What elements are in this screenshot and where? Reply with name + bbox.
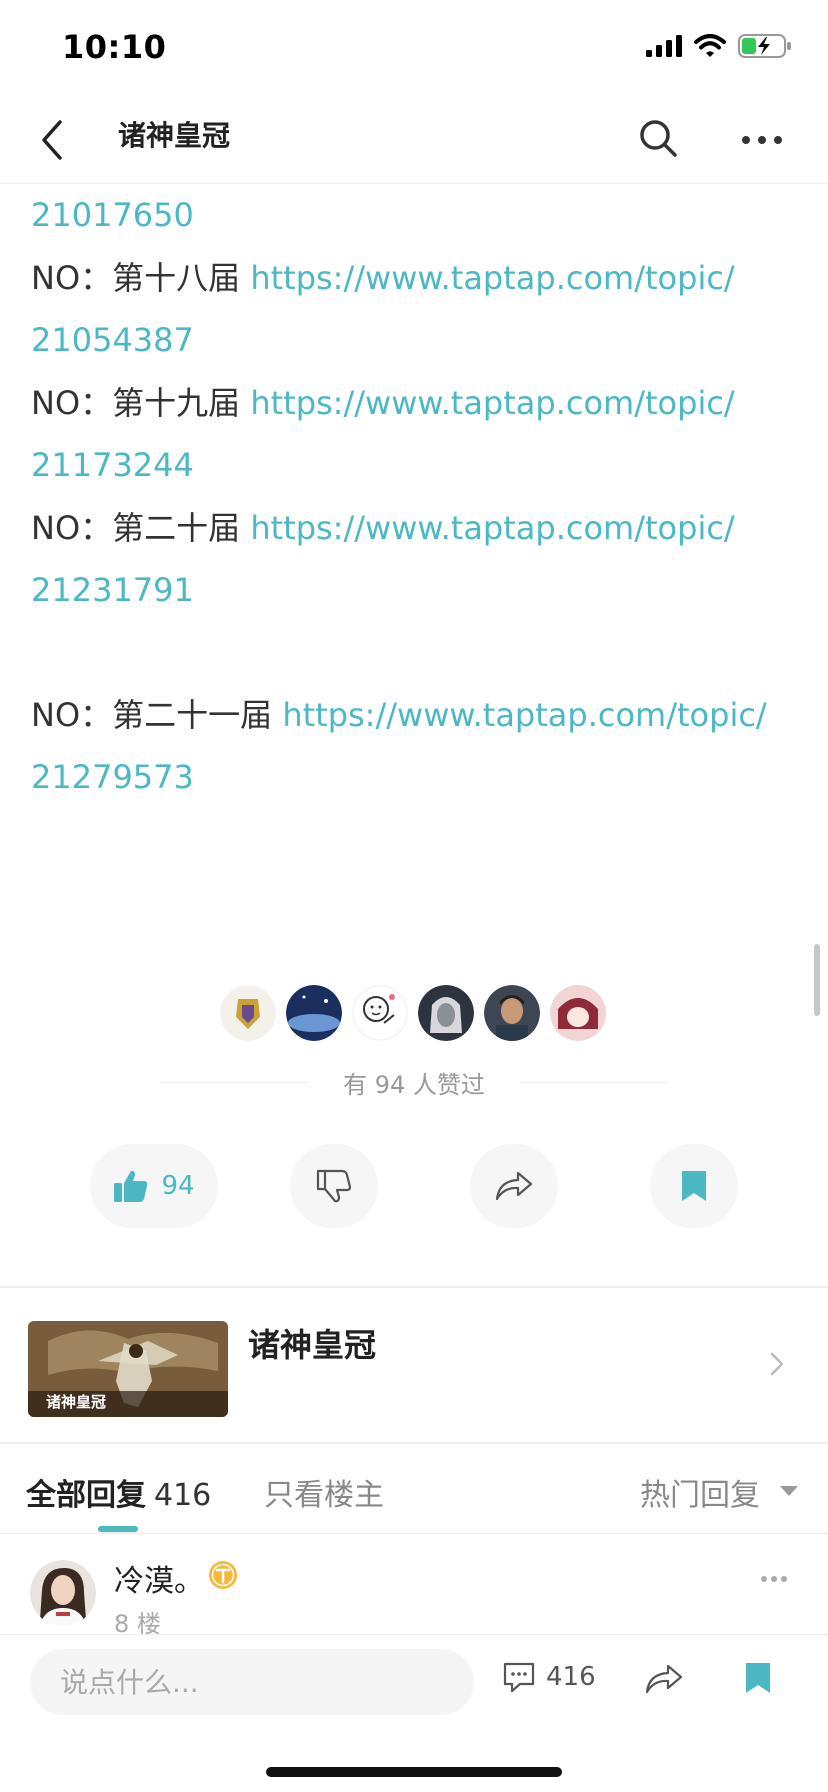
- more-icon[interactable]: [740, 118, 784, 162]
- comment-icon: [503, 1662, 535, 1693]
- topic-link[interactable]: https://www.taptap.com/topic/: [250, 509, 734, 547]
- battery-charging-icon: [738, 34, 791, 58]
- app-thumbnail[interactable]: 诸神皇冠: [28, 1321, 228, 1417]
- comments-button[interactable]: 416: [502, 1661, 596, 1693]
- avatar[interactable]: [30, 1560, 96, 1626]
- avatar[interactable]: [484, 985, 540, 1041]
- like-count: 94: [161, 1171, 195, 1201]
- liked-summary: 有 94 人赞过: [160, 1065, 668, 1099]
- status-bar: 10:10: [0, 0, 828, 96]
- topic-link[interactable]: https://www.taptap.com/topic/: [282, 696, 766, 734]
- bottom-bar: 416: [0, 1634, 828, 1792]
- topic-link[interactable]: 21279573: [31, 758, 194, 796]
- post-line: NO：第十九届 https://www.taptap.com/topic/: [31, 372, 811, 435]
- liked-summary-text: 有 94 人赞过: [343, 1070, 485, 1099]
- topic-link[interactable]: https://www.taptap.com/topic/: [250, 259, 734, 297]
- chevron-right-icon[interactable]: [764, 1344, 792, 1384]
- post-line: 21279573: [31, 746, 811, 809]
- bookmark-icon[interactable]: [744, 1661, 772, 1695]
- post-actions: 94: [0, 1144, 828, 1228]
- comment-input[interactable]: [30, 1649, 474, 1715]
- tab-all-count: 416: [154, 1478, 212, 1513]
- post-text: NO：第十九届: [31, 383, 251, 422]
- avatar[interactable]: [220, 985, 276, 1041]
- search-icon[interactable]: [636, 116, 680, 160]
- avatar[interactable]: [418, 985, 474, 1041]
- tab-all-label: 全部回复: [26, 1478, 146, 1513]
- reply-username[interactable]: 冷漠。: [114, 1556, 204, 1600]
- post-line: NO：第二十届 https://www.taptap.com/topic/: [31, 497, 811, 560]
- app-card[interactable]: 诸神皇冠 诸神皇冠: [0, 1288, 828, 1442]
- liker-avatars[interactable]: [220, 985, 606, 1041]
- nav-bar: 诸神皇冠: [0, 96, 828, 184]
- tab-op-only[interactable]: 只看楼主: [264, 1470, 384, 1514]
- post-line: 21173244: [31, 434, 811, 497]
- post-line: 21017650: [31, 184, 811, 247]
- favorite-button[interactable]: [650, 1144, 738, 1228]
- share-icon[interactable]: [644, 1663, 684, 1695]
- chevron-down-icon[interactable]: [780, 1486, 798, 1496]
- share-icon: [495, 1171, 533, 1201]
- more-icon[interactable]: [760, 1574, 788, 1584]
- signal-icon: [646, 35, 682, 57]
- topic-link[interactable]: https://www.taptap.com/topic/: [250, 384, 734, 422]
- game-logo-text: 诸神皇冠: [46, 1393, 106, 1411]
- post-text: NO：第二十一届: [31, 695, 283, 734]
- reply-floor: 8 楼: [114, 1610, 161, 1634]
- scrollbar[interactable]: [814, 944, 820, 1016]
- post-line: NO：第十八届 https://www.taptap.com/topic/: [31, 247, 811, 310]
- avatar[interactable]: [286, 985, 342, 1041]
- status-icons: [646, 34, 792, 58]
- dislike-button[interactable]: [290, 1144, 378, 1228]
- post-text: NO：第十八届: [31, 258, 251, 297]
- wifi-icon: [694, 34, 726, 57]
- share-button[interactable]: [470, 1144, 558, 1228]
- home-indicator[interactable]: [266, 1767, 562, 1777]
- topic-link[interactable]: 21231791: [31, 571, 194, 609]
- post-line: NO：第二十一届 https://www.taptap.com/topic/: [31, 684, 811, 747]
- app-name[interactable]: 诸神皇冠: [248, 1320, 376, 1366]
- post-content: 21017650 NO：第十八届 https://www.taptap.com/…: [31, 184, 811, 809]
- tab-indicator: [98, 1526, 138, 1532]
- thumbs-down-icon: [316, 1169, 352, 1203]
- reply-item[interactable]: 冷漠。 8 楼: [0, 1534, 828, 1634]
- like-button[interactable]: 94: [90, 1144, 218, 1228]
- thumbs-up-icon: [114, 1170, 148, 1202]
- comment-count: 416: [546, 1662, 596, 1692]
- post-text: NO：第二十届: [31, 508, 251, 547]
- reply-tabs: 全部回复 416 只看楼主 热门回复: [0, 1444, 828, 1534]
- avatar[interactable]: [550, 985, 606, 1041]
- game-art-image: 诸神皇冠: [28, 1321, 228, 1417]
- tab-all-replies[interactable]: 全部回复 416: [26, 1470, 211, 1514]
- sort-dropdown[interactable]: 热门回复: [640, 1470, 760, 1514]
- post-line: 21231791: [31, 559, 811, 622]
- post-line: 21054387: [31, 309, 811, 372]
- bookmark-icon: [682, 1171, 706, 1201]
- level-badge-icon: [209, 1561, 237, 1589]
- page-title: 诸神皇冠: [118, 119, 231, 152]
- topic-link[interactable]: 21017650: [31, 196, 194, 234]
- avatar[interactable]: [352, 985, 408, 1041]
- status-time: 10:10: [62, 28, 167, 66]
- back-icon[interactable]: [30, 114, 78, 162]
- topic-link[interactable]: 21054387: [31, 321, 194, 359]
- topic-link[interactable]: 21173244: [31, 446, 194, 484]
